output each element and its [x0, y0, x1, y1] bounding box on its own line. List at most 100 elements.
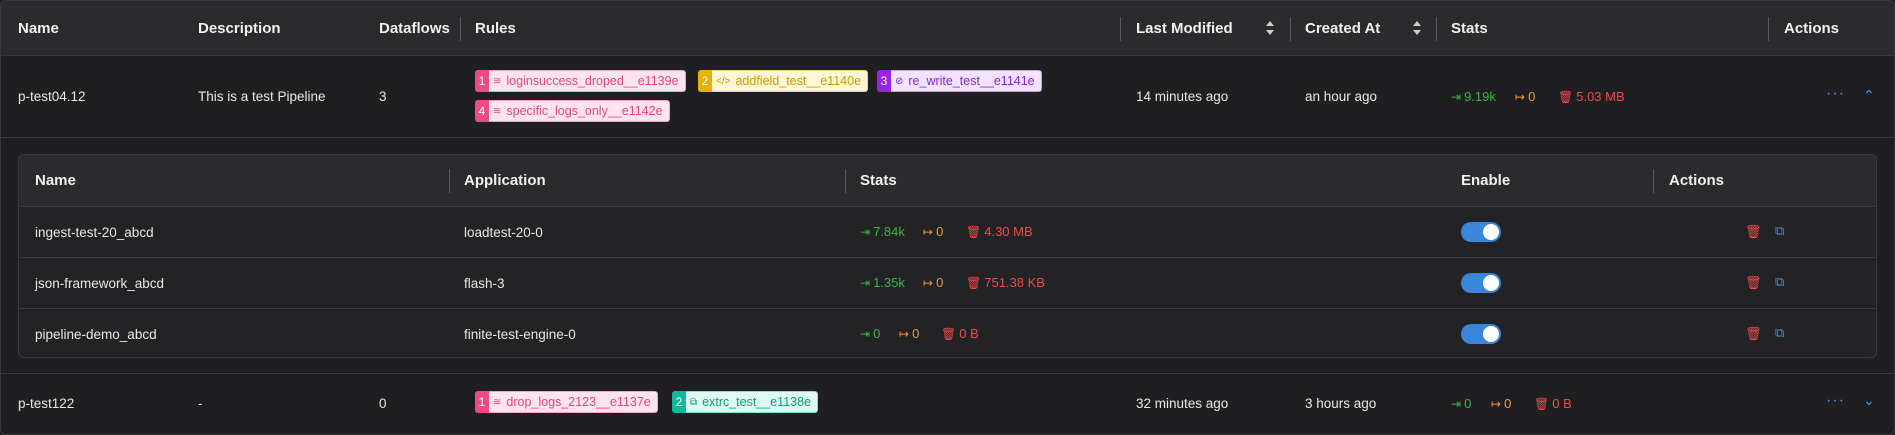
col-name: Name: [18, 20, 59, 37]
rule-chip[interactable]: 1 ≋ loginsuccess_droped__e1139e: [475, 70, 686, 92]
col-stats: Stats: [1451, 20, 1488, 37]
dataflow-application: flash-3: [464, 276, 505, 291]
filter-icon: ≋: [493, 75, 502, 87]
dataflow-name[interactable]: ingest-test-20_abcd: [35, 207, 154, 258]
more-actions-button[interactable]: ···: [1826, 85, 1845, 103]
dataflows-table: Name Application Stats Enable Actions in…: [18, 154, 1877, 358]
dataflow-name[interactable]: json-framework_abcd: [35, 258, 164, 309]
col-created-at[interactable]: Created At: [1305, 1, 1380, 56]
pipelines-table: Name Description Dataflows Rules Last Mo…: [0, 0, 1895, 435]
dataflow-application: finite-test-engine-0: [464, 327, 576, 342]
created-at: 3 hours ago: [1305, 396, 1377, 411]
dataflow-application: loadtest-20-0: [464, 225, 543, 240]
chevron-up-icon[interactable]: ⌃: [1863, 87, 1875, 104]
col-df-actions: Actions: [1669, 172, 1725, 189]
delete-icon[interactable]: 🗑: [1745, 275, 1762, 291]
table-row[interactable]: json-framework_abcd flash-3 ⇥ 1.35k ↦ 0 🗑 7…: [19, 258, 1876, 309]
rule-chip[interactable]: 1 ≋ drop_logs_2123__e1137e: [475, 391, 658, 413]
sign-out-icon: ↦: [1491, 396, 1502, 411]
more-actions-button[interactable]: ···: [1826, 392, 1845, 410]
delete-icon[interactable]: 🗑: [1745, 326, 1762, 342]
last-modified: 32 minutes ago: [1136, 396, 1229, 411]
rule-number: 1: [475, 70, 489, 92]
toggle-knob: [1483, 326, 1499, 342]
table-row[interactable]: p-test04.12 This is a test Pipeline 3 1 …: [1, 57, 1894, 137]
sign-in-icon: ⇥: [1451, 89, 1462, 104]
dataflows-header: Name Application Stats Enable Actions: [19, 155, 1876, 207]
rule-number: 2: [698, 70, 712, 92]
column-divider: [1290, 17, 1291, 41]
stat-in: ⇥ 7.84k: [860, 224, 905, 239]
sign-in-icon: ⇥: [860, 224, 871, 239]
rule-label: drop_logs_2123__e1137e: [506, 395, 651, 409]
stat-size: 🗑 0 B: [941, 326, 979, 341]
last-modified: 14 minutes ago: [1136, 89, 1229, 104]
rule-label: re_write_test__e1141e: [908, 74, 1035, 88]
column-divider: [1436, 17, 1437, 41]
rule-label: loginsuccess_droped__e1139e: [506, 74, 679, 88]
rule-label: addfield_test__e1140e: [735, 74, 862, 88]
col-actions: Actions: [1784, 20, 1840, 37]
stat-out: ↦ 0: [923, 275, 944, 290]
col-last-modified[interactable]: Last Modified: [1136, 1, 1233, 56]
trash-icon: 🗑: [966, 224, 982, 239]
col-description: Description: [198, 20, 281, 37]
stat-size: 🗑 0 B: [1534, 396, 1572, 411]
stat-in: ⇥ 9.19k: [1451, 89, 1496, 104]
pipeline-dataflows: 0: [379, 396, 387, 411]
sign-in-icon: ⇥: [860, 275, 871, 290]
toggle-knob: [1483, 224, 1499, 240]
stat-out: ↦ 0: [923, 224, 944, 239]
rule-chip[interactable]: 3 ⊘ re_write_test__e1141e: [877, 70, 1042, 92]
pipeline-description: This is a test Pipeline: [198, 89, 326, 104]
external-link-icon[interactable]: ⧉: [1775, 325, 1784, 341]
enable-toggle[interactable]: [1461, 273, 1501, 293]
pipeline-dataflows: 3: [379, 89, 387, 104]
external-link-icon[interactable]: ⧉: [1775, 274, 1784, 290]
col-df-stats: Stats: [860, 172, 897, 189]
col-dataflows: Dataflows: [379, 20, 450, 37]
trash-icon: 🗑: [941, 326, 957, 341]
rule-number: 1: [475, 391, 489, 413]
pipeline-description: -: [198, 396, 203, 411]
dataflow-name[interactable]: pipeline-demo_abcd: [35, 309, 157, 357]
sign-out-icon: ↦: [923, 224, 934, 239]
sort-icon[interactable]: [1265, 19, 1275, 37]
created-at: an hour ago: [1305, 89, 1378, 104]
pipeline-name[interactable]: p-test122: [18, 396, 74, 411]
delete-icon[interactable]: 🗑: [1745, 224, 1762, 240]
col-df-name: Name: [35, 172, 76, 189]
rule-number: 2: [672, 391, 686, 413]
pipeline-name[interactable]: p-test04.12: [18, 89, 86, 104]
stat-out: ↦ 0: [1515, 89, 1536, 104]
toggle-knob: [1483, 275, 1499, 291]
code-icon: </>: [716, 75, 731, 87]
enable-toggle[interactable]: [1461, 324, 1501, 344]
filter-icon: ≋: [493, 396, 502, 408]
rule-chip[interactable]: 2 ⧉ extrc_test__e1138e: [672, 391, 819, 413]
sign-in-icon: ⇥: [1451, 396, 1462, 411]
stat-size: 🗑 4.30 MB: [966, 224, 1033, 239]
column-divider: [845, 169, 846, 193]
stat-size: 🗑 5.03 MB: [1558, 89, 1625, 104]
external-link-icon[interactable]: ⧉: [1775, 223, 1784, 239]
table-header: Name Description Dataflows Rules Last Mo…: [1, 1, 1894, 56]
column-divider: [449, 169, 450, 193]
sign-out-icon: ↦: [1515, 89, 1526, 104]
rule-label: specific_logs_only__e1142e: [506, 104, 663, 118]
column-divider: [460, 17, 461, 41]
rule-number: 3: [877, 70, 891, 92]
enable-toggle[interactable]: [1461, 222, 1501, 242]
sort-icon[interactable]: [1412, 19, 1422, 37]
sign-in-icon: ⇥: [860, 326, 871, 341]
table-row[interactable]: ingest-test-20_abcd loadtest-20-0 ⇥ 7.84k…: [19, 207, 1876, 258]
chevron-down-icon[interactable]: ⌄: [1863, 392, 1875, 409]
trash-icon: 🗑: [1534, 396, 1550, 411]
table-row[interactable]: p-test122 - 0 1 ≋ drop_logs_2123__e1137e …: [1, 374, 1894, 434]
rule-chip[interactable]: 2 </> addfield_test__e1140e: [698, 70, 869, 92]
stat-out: ↦ 0: [899, 326, 920, 341]
rule-chip[interactable]: 4 ≋ specific_logs_only__e1142e: [475, 100, 670, 122]
trash-icon: 🗑: [1558, 89, 1574, 104]
sign-out-icon: ↦: [923, 275, 934, 290]
table-row[interactable]: pipeline-demo_abcd finite-test-engine-0 …: [19, 309, 1876, 357]
